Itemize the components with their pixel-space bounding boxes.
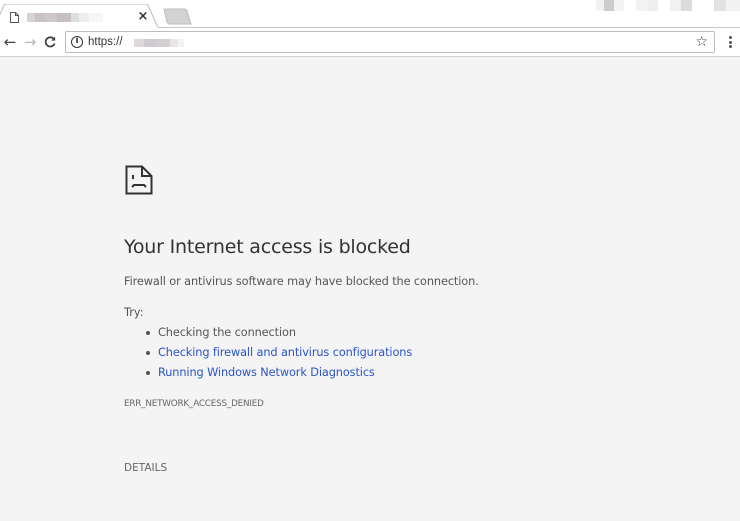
forward-button[interactable]: → [20, 32, 40, 52]
kebab-menu-icon[interactable] [724, 33, 736, 51]
error-page: Your Internet access is blocked Firewall… [0, 57, 740, 521]
suggestion-diagnostics-link[interactable]: Running Windows Network Diagnostics [158, 366, 375, 379]
tab-title-redacted [27, 13, 103, 22]
page-icon [10, 12, 19, 23]
try-label: Try: [124, 306, 144, 319]
back-button[interactable]: ← [0, 32, 20, 52]
suggestion-item[interactable]: Running Windows Network Diagnostics [146, 365, 412, 385]
menu-dot [728, 36, 732, 39]
active-tab[interactable]: × [0, 4, 160, 28]
menu-dot [728, 40, 732, 44]
url-text[interactable]: https:// [88, 35, 123, 50]
new-tab-button[interactable] [160, 8, 194, 26]
suggestion-check-connection: Checking the connection [158, 326, 296, 339]
bullet [146, 371, 150, 375]
suggestions-list: Checking the connection Checking firewal… [146, 325, 412, 385]
browser-toolbar: ← → i https:// ☆ [0, 28, 740, 57]
address-bar[interactable]: i https:// ☆ [65, 31, 715, 53]
menu-dot [728, 45, 732, 48]
close-tab-button[interactable]: × [137, 10, 149, 24]
sad-page-icon [125, 165, 153, 195]
new-tab-icon [163, 8, 192, 25]
browser-chrome: × ← → i https:// ☆ [0, 0, 740, 57]
suggestion-firewall-link[interactable]: Checking firewall and antivirus configur… [158, 346, 412, 359]
details-button[interactable]: DETAILS [124, 462, 167, 474]
suggestion-item[interactable]: Checking firewall and antivirus configur… [146, 345, 412, 365]
bullet [146, 351, 150, 355]
window-controls-redacted [596, 0, 740, 12]
reload-icon [44, 36, 56, 48]
tab-strip: × [0, 0, 740, 28]
suggestion-item: Checking the connection [146, 325, 412, 345]
bookmark-star-icon[interactable]: ☆ [695, 34, 708, 50]
reload-button[interactable] [40, 32, 60, 52]
error-message: Firewall or antivirus software may have … [124, 275, 479, 288]
error-heading: Your Internet access is blocked [124, 236, 411, 258]
bullet [146, 331, 150, 335]
info-icon[interactable]: i [71, 36, 83, 48]
error-code: ERR_NETWORK_ACCESS_DENIED [124, 399, 264, 409]
url-redacted [134, 39, 184, 47]
